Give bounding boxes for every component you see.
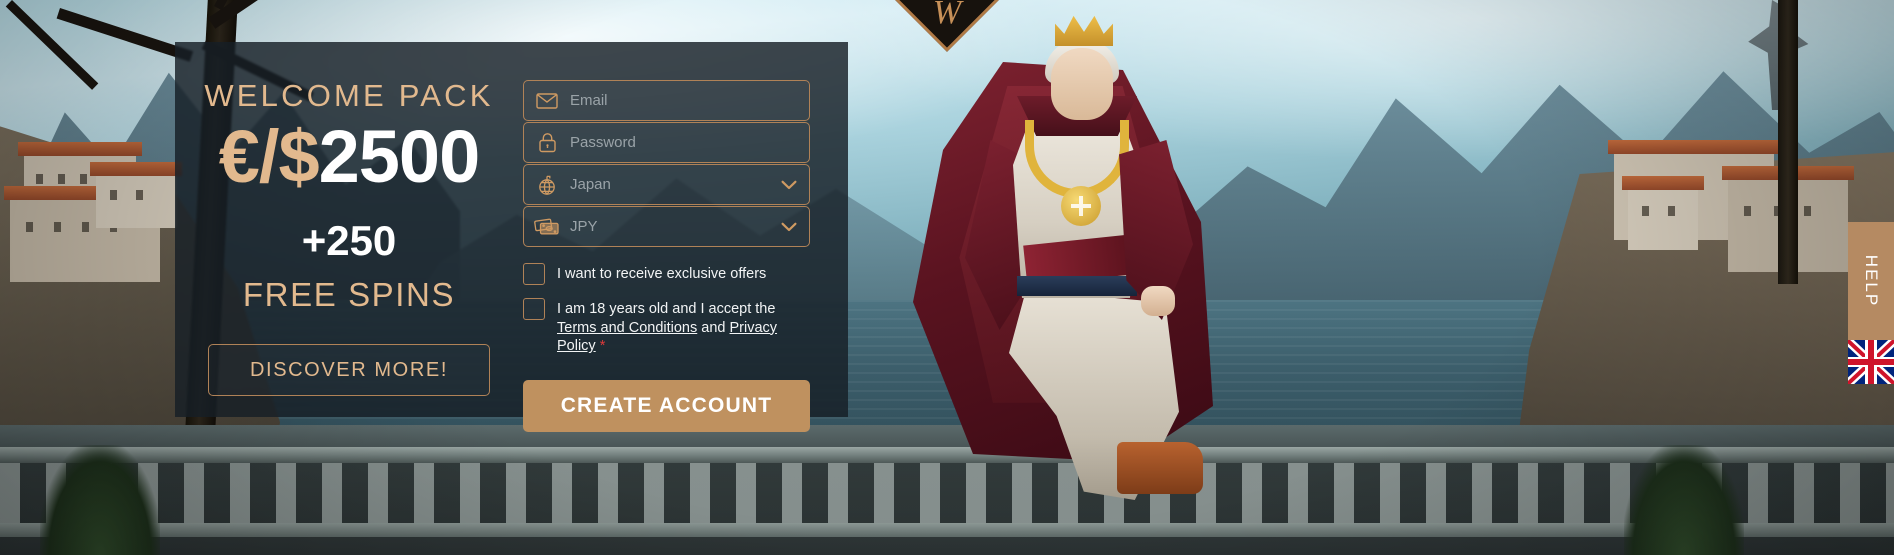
signup-panel: WELCOME PACK €/$2500 +250 FREE SPINS DIS… — [175, 42, 848, 432]
king-crown — [1055, 15, 1113, 46]
help-tab[interactable]: HELP — [1848, 222, 1894, 340]
king-medallion — [1061, 186, 1101, 226]
required-asterisk: * — [599, 338, 606, 355]
uk-flag-icon — [1848, 340, 1894, 384]
king-boot — [1117, 442, 1203, 494]
terms-label: I am 18 years old and I accept the Terms… — [557, 298, 814, 356]
exclusive-offers-checkbox[interactable] — [523, 263, 545, 285]
exclusive-offers-row[interactable]: I want to receive exclusive offers — [523, 263, 814, 285]
language-selector-flag[interactable] — [1848, 340, 1894, 384]
king-character-illustration — [905, 0, 1235, 550]
currency-select[interactable]: JPY — [523, 206, 810, 247]
offer-heading: WELCOME PACK — [204, 78, 494, 113]
email-placeholder: Email — [570, 92, 608, 109]
chevron-down-icon — [769, 180, 809, 190]
email-field[interactable]: Email — [523, 80, 810, 121]
create-account-button[interactable]: CREATE ACCOUNT — [523, 379, 810, 432]
bonus-spins-count: +250 — [301, 217, 397, 264]
banknotes-icon — [524, 218, 570, 236]
free-spins-label: FREE SPINS — [242, 276, 456, 313]
terms-and-conditions-link[interactable]: Terms and Conditions — [557, 320, 697, 336]
terms-prefix: I am 18 years old and I accept the — [557, 301, 776, 317]
help-tab-label: HELP — [1862, 254, 1882, 308]
discover-more-button[interactable]: DISCOVER MORE! — [208, 344, 490, 396]
country-value: Japan — [570, 176, 611, 193]
terms-middle: and — [697, 319, 730, 336]
envelope-icon — [524, 92, 570, 109]
king-head — [1051, 48, 1113, 120]
country-select[interactable]: Japan — [523, 164, 810, 205]
password-placeholder: Password — [570, 134, 636, 151]
king-hand — [1141, 286, 1175, 316]
lock-icon — [524, 132, 570, 153]
chevron-down-icon — [769, 222, 809, 232]
currency-symbols: €/$ — [218, 115, 320, 198]
terms-checkbox[interactable] — [523, 298, 545, 320]
password-field[interactable]: Password — [523, 122, 810, 163]
currency-value: JPY — [570, 218, 598, 235]
terms-row[interactable]: I am 18 years old and I accept the Terms… — [523, 298, 814, 356]
signup-form: Email Password Japan JPY I want to recei… — [523, 42, 848, 432]
offer-amount: €/$2500 — [219, 120, 480, 194]
exclusive-offers-label: I want to receive exclusive offers — [557, 266, 767, 282]
globe-icon — [524, 174, 570, 196]
offer-section: WELCOME PACK €/$2500 +250 FREE SPINS DIS… — [175, 42, 523, 417]
amount-value: 2500 — [318, 115, 481, 198]
king-belt — [1017, 276, 1137, 296]
